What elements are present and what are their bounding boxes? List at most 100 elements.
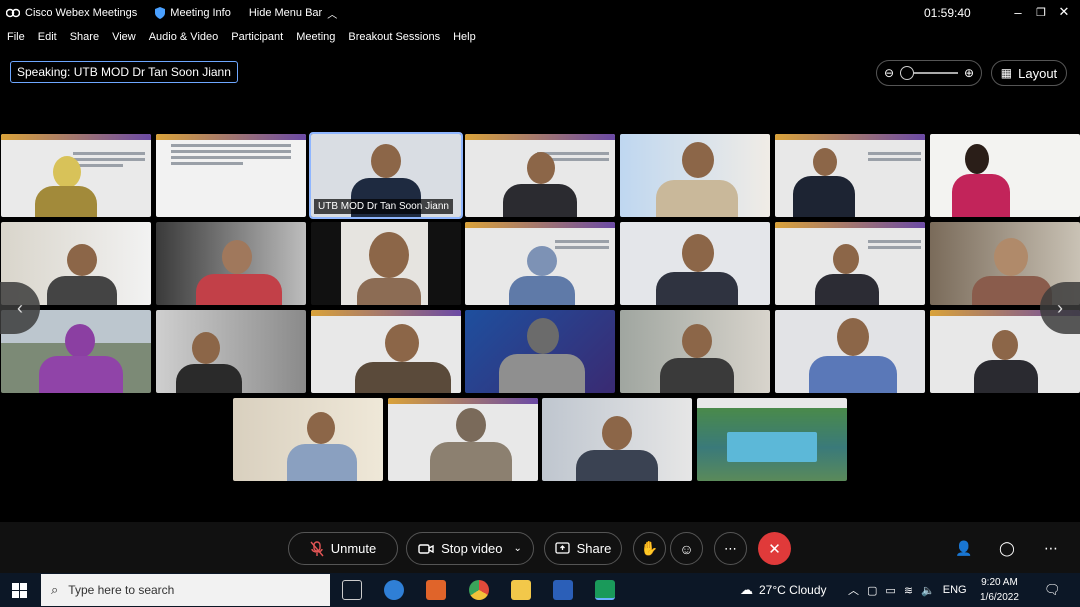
video-tile[interactable]	[156, 310, 306, 393]
video-tile[interactable]	[465, 310, 615, 393]
participants-icon: 👤	[955, 539, 973, 556]
meeting-info-button[interactable]: Meeting Info	[155, 7, 231, 19]
language-indicator[interactable]: ENG	[943, 584, 967, 596]
chat-bubble-icon: ◯	[999, 539, 1015, 556]
menu-participant[interactable]: Participant	[231, 31, 283, 43]
video-tile[interactable]	[775, 310, 925, 393]
emoji-reaction-icon: ☺	[679, 540, 694, 557]
video-tile[interactable]	[388, 398, 538, 481]
title-bar: Cisco Webex Meetings Meeting Info Hide M…	[0, 0, 1080, 26]
video-tile[interactable]	[775, 134, 925, 217]
minimize-button[interactable]: –	[1008, 3, 1028, 21]
zoom-slider[interactable]	[900, 66, 958, 80]
video-tile[interactable]	[775, 222, 925, 305]
chevron-down-icon[interactable]: ⌄	[514, 543, 522, 554]
leave-meeting-button[interactable]: ✕	[758, 532, 791, 565]
video-camera-icon	[418, 543, 434, 554]
menu-share[interactable]: Share	[70, 31, 99, 43]
app-name: Cisco Webex Meetings	[25, 7, 138, 19]
search-icon: ⌕	[51, 582, 59, 597]
menu-breakout-sessions[interactable]: Breakout Sessions	[348, 31, 440, 43]
video-tile-active-speaker[interactable]: UTB MOD Dr Tan Soon Jiann	[309, 132, 463, 219]
battery-icon[interactable]: ▭	[885, 584, 895, 597]
video-tile[interactable]	[311, 222, 461, 305]
notification-icon: 🗨	[1044, 582, 1061, 597]
video-tile[interactable]	[156, 134, 306, 217]
zoom-control: ⊖ ⊕	[876, 60, 982, 86]
restore-icon: ❐	[1036, 6, 1046, 19]
restore-button[interactable]: ❐	[1031, 3, 1051, 21]
volume-icon[interactable]: 🔈	[921, 584, 935, 597]
hide-menu-label: Hide Menu Bar	[248, 7, 323, 19]
cloud-icon: ☁	[740, 582, 753, 597]
menu-meeting[interactable]: Meeting	[296, 31, 335, 43]
chevron-up-icon[interactable]: ︿	[848, 582, 859, 598]
video-tile[interactable]	[697, 398, 847, 481]
video-tile[interactable]	[465, 134, 615, 217]
stop-video-button[interactable]: Stop video ⌄	[406, 532, 534, 565]
outlook-icon[interactable]	[384, 580, 404, 600]
share-button[interactable]: Share	[544, 532, 622, 565]
taskbar-search[interactable]: ⌕ Type here to search	[41, 574, 330, 606]
raise-hand-icon: ✋	[640, 540, 659, 556]
video-tile[interactable]	[542, 398, 692, 481]
weather-text: 27°C Cloudy	[759, 583, 827, 597]
meeting-info-label: Meeting Info	[170, 7, 231, 19]
stop-video-label: Stop video	[441, 541, 503, 556]
menu-help[interactable]: Help	[453, 31, 476, 43]
chevron-right-icon: ›	[1057, 297, 1063, 318]
video-tile[interactable]	[620, 222, 770, 305]
weather-widget[interactable]: ☁ 27°C Cloudy	[740, 573, 827, 607]
video-tile[interactable]	[233, 398, 383, 481]
active-tile-name: UTB MOD Dr Tan Soon Jiann	[314, 199, 453, 214]
video-tile[interactable]	[311, 310, 461, 393]
wifi-icon[interactable]: ≋	[904, 584, 913, 597]
word-icon[interactable]	[553, 580, 573, 600]
layout-label: Layout	[1018, 65, 1058, 81]
more-options-button[interactable]: ⋯	[714, 532, 747, 565]
video-tile[interactable]	[156, 222, 306, 305]
zoom-in-icon[interactable]: ⊕	[964, 66, 974, 80]
muted-microphone-icon	[310, 540, 324, 556]
meeting-control-bar: Unmute Stop video ⌄ Share ✋ ☺ ⋯ ✕ 👤 ◯ ⋯	[0, 522, 1080, 573]
unmute-button[interactable]: Unmute	[288, 532, 398, 565]
video-tile[interactable]	[620, 134, 770, 217]
raise-hand-button[interactable]: ✋	[633, 532, 666, 565]
chevron-up-icon: ︿	[327, 9, 338, 21]
close-icon: ✕	[768, 540, 781, 558]
unmute-label: Unmute	[330, 541, 377, 556]
menu-audio-video[interactable]: Audio & Video	[149, 31, 219, 43]
file-explorer-icon[interactable]	[511, 580, 531, 600]
video-tile[interactable]	[1, 134, 151, 217]
taskbar-clock[interactable]: 9:20 AM 1/6/2022	[980, 575, 1019, 605]
video-tile[interactable]	[930, 134, 1080, 217]
task-view-icon[interactable]	[342, 580, 362, 600]
chat-button[interactable]: ◯	[997, 538, 1017, 558]
system-tray: ︿ ▢ ▭ ≋ 🔈 ENG	[848, 573, 967, 607]
panel-more-button[interactable]: ⋯	[1041, 538, 1061, 558]
app-icon[interactable]	[426, 580, 446, 600]
shield-icon	[155, 7, 166, 19]
webex-icon[interactable]	[595, 580, 615, 600]
windows-start-icon[interactable]	[12, 583, 27, 598]
zoom-slider-handle[interactable]	[900, 66, 915, 80]
menu-file[interactable]: File	[7, 31, 25, 43]
chrome-icon[interactable]	[469, 580, 489, 600]
hide-menu-bar-button[interactable]: Hide Menu Bar ︿	[249, 6, 337, 21]
tray-app-icon[interactable]: ▢	[867, 584, 877, 597]
webex-logo-icon	[6, 8, 20, 18]
video-tile[interactable]	[465, 222, 615, 305]
app-title: Cisco Webex Meetings	[0, 7, 137, 19]
menu-view[interactable]: View	[112, 31, 136, 43]
taskbar-date: 1/6/2022	[980, 592, 1019, 603]
zoom-out-icon[interactable]: ⊖	[884, 66, 894, 80]
layout-button[interactable]: ▦ Layout	[991, 60, 1067, 86]
reactions-button[interactable]: ☺	[670, 532, 703, 565]
menu-edit[interactable]: Edit	[38, 31, 57, 43]
notifications-button[interactable]: 🗨	[1044, 573, 1061, 607]
taskbar-time: 9:20 AM	[981, 577, 1018, 588]
video-tile[interactable]	[620, 310, 770, 393]
close-button[interactable]: ✕	[1054, 3, 1074, 21]
participants-button[interactable]: 👤	[954, 538, 974, 558]
chevron-left-icon: ‹	[17, 297, 23, 318]
